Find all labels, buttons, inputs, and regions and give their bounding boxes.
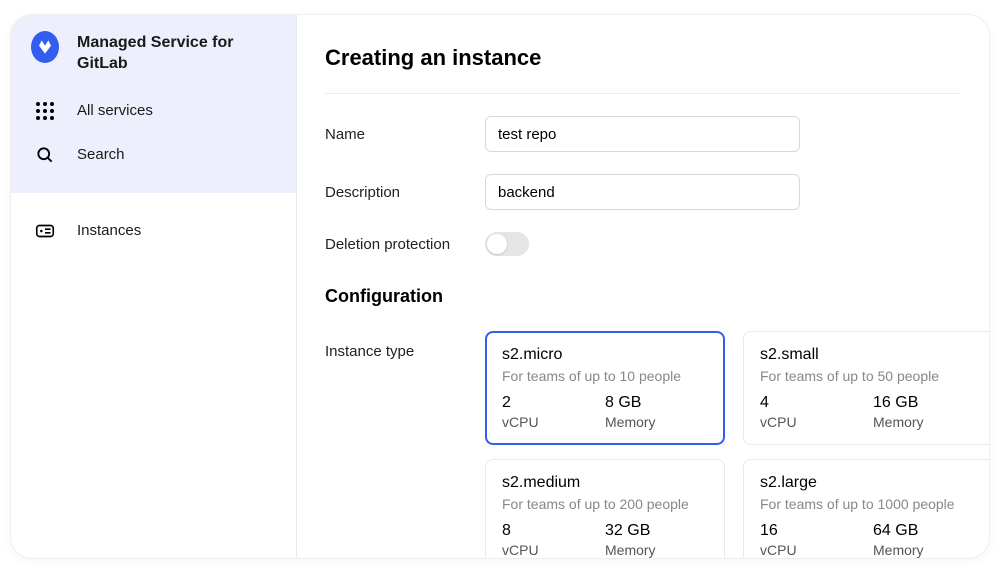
card-title: s2.large <box>760 474 986 492</box>
spec-label: Memory <box>605 540 708 558</box>
card-title: s2.small <box>760 346 986 364</box>
card-subtitle: For teams of up to 1000 people <box>760 492 986 512</box>
card-specs: 4vCPU16 GBMemory <box>760 384 986 430</box>
spec-label: Memory <box>873 412 986 430</box>
name-label: Name <box>325 126 485 143</box>
card-subtitle: For teams of up to 200 people <box>502 492 708 512</box>
spec-label: vCPU <box>760 412 873 430</box>
spec-vcpu: 4vCPU <box>760 394 873 430</box>
search-icon <box>31 141 59 169</box>
sidebar-item-label: All services <box>77 102 153 119</box>
spec-value: 16 <box>760 522 873 540</box>
sidebar-item-label: Search <box>77 146 125 163</box>
spec-value: 32 GB <box>605 522 708 540</box>
instance-type-cards: s2.microFor teams of up to 10 people2vCP… <box>485 329 989 558</box>
spec-value: 8 GB <box>605 394 708 412</box>
card-subtitle: For teams of up to 50 people <box>760 364 986 384</box>
page-title: Creating an instance <box>325 45 961 94</box>
card-specs: 2vCPU8 GBMemory <box>502 384 708 430</box>
spec-vcpu: 2vCPU <box>502 394 605 430</box>
spec-value: 2 <box>502 394 605 412</box>
sidebar-bottom: Instances <box>11 193 296 269</box>
instance-type-card[interactable]: s2.mediumFor teams of up to 200 people8v… <box>485 459 725 558</box>
spec-value: 16 GB <box>873 394 986 412</box>
gitlab-logo-icon <box>31 33 59 61</box>
spec-memory: 8 GBMemory <box>605 394 708 430</box>
description-input[interactable] <box>485 174 800 210</box>
name-input[interactable] <box>485 116 800 152</box>
row-protection: Deletion protection <box>325 210 961 256</box>
sidebar-top: Managed Service for GitLab All services … <box>11 15 296 193</box>
main-content: Creating an instance Name Description De… <box>297 15 989 558</box>
spec-memory: 16 GBMemory <box>873 394 986 430</box>
spec-value: 4 <box>760 394 873 412</box>
app-window: Managed Service for GitLab All services … <box>10 14 990 559</box>
instance-type-card[interactable]: s2.smallFor teams of up to 50 people4vCP… <box>743 331 989 445</box>
spec-vcpu: 8vCPU <box>502 522 605 558</box>
protection-toggle[interactable] <box>485 232 529 256</box>
sidebar: Managed Service for GitLab All services … <box>11 15 297 558</box>
spec-label: Memory <box>873 540 986 558</box>
spec-label: vCPU <box>502 540 605 558</box>
card-subtitle: For teams of up to 10 people <box>502 364 708 384</box>
grid-icon <box>31 97 59 125</box>
spec-value: 8 <box>502 522 605 540</box>
spec-label: Memory <box>605 412 708 430</box>
card-specs: 8vCPU32 GBMemory <box>502 512 708 558</box>
row-description: Description <box>325 152 961 210</box>
configuration-heading: Configuration <box>325 256 961 307</box>
instance-type-label: Instance type <box>325 329 485 360</box>
spec-memory: 64 GBMemory <box>873 522 986 558</box>
card-title: s2.micro <box>502 346 708 364</box>
spec-memory: 32 GBMemory <box>605 522 708 558</box>
row-name: Name <box>325 94 961 152</box>
row-instance-type: Instance type s2.microFor teams of up to… <box>325 307 961 558</box>
sidebar-item-label: Instances <box>77 222 141 239</box>
sidebar-heading-label: Managed Service for GitLab <box>77 33 276 75</box>
spec-value: 64 GB <box>873 522 986 540</box>
spec-label: vCPU <box>502 412 605 430</box>
spec-vcpu: 16vCPU <box>760 522 873 558</box>
sidebar-heading: Managed Service for GitLab <box>31 33 276 89</box>
toggle-knob <box>487 234 507 254</box>
instances-icon <box>31 217 59 245</box>
protection-label: Deletion protection <box>325 236 485 253</box>
sidebar-item-search[interactable]: Search <box>31 133 276 177</box>
card-title: s2.medium <box>502 474 708 492</box>
card-specs: 16vCPU64 GBMemory <box>760 512 986 558</box>
spec-label: vCPU <box>760 540 873 558</box>
instance-type-card[interactable]: s2.microFor teams of up to 10 people2vCP… <box>485 331 725 445</box>
description-label: Description <box>325 184 485 201</box>
instance-type-card[interactable]: s2.largeFor teams of up to 1000 people16… <box>743 459 989 558</box>
sidebar-item-instances[interactable]: Instances <box>31 209 276 253</box>
sidebar-item-all-services[interactable]: All services <box>31 89 276 133</box>
